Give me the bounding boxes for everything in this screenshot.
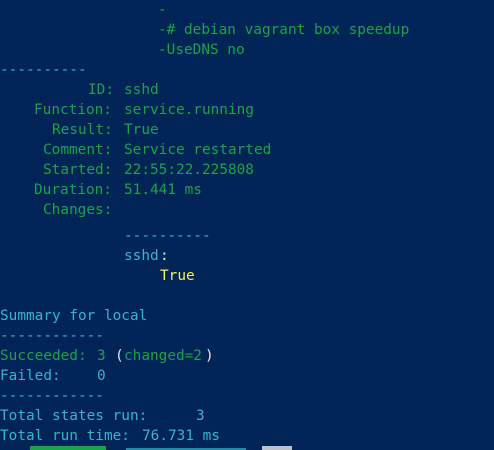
changed-open-paren: ( (115, 348, 124, 364)
terminal-window[interactable]: - -# debian vagrant box speedup -UseDNS … (0, 0, 494, 450)
failed-label: Failed: (0, 368, 61, 384)
separator-top: ---------- (0, 62, 87, 78)
started-label: Started: (43, 162, 113, 178)
diff-usedns-line: -UseDNS no (158, 42, 245, 58)
succeeded-value: 3 (97, 348, 106, 364)
changes-value: True (160, 268, 195, 284)
total-states-label: Total states run: (0, 408, 148, 424)
changes-label: Changes: (43, 202, 113, 218)
duration-value: 51.441 ms (124, 182, 202, 198)
id-label: ID: (88, 82, 114, 98)
comment-value: Service restarted (124, 142, 272, 158)
summary-separator-1: ------------ (0, 328, 104, 344)
diff-comment-line: -# debian vagrant box speedup (158, 22, 410, 38)
failed-value: 0 (97, 368, 106, 384)
function-label: Function: (34, 102, 112, 118)
id-value: sshd (124, 82, 159, 98)
succeeded-label: Succeeded: (0, 348, 87, 364)
summary-separator-2: ------------ (0, 388, 104, 404)
changed-count: changed=2 (124, 348, 202, 364)
result-value: True (124, 122, 159, 138)
function-value: service.running (124, 102, 254, 118)
prompt-line-cutoff (0, 440, 292, 450)
summary-title: Summary for local (0, 308, 148, 324)
changes-key: sshd (124, 248, 159, 264)
changes-separator: ---------- (124, 228, 211, 244)
changes-colon: : (160, 248, 169, 264)
comment-label: Comment: (43, 142, 113, 158)
started-value: 22:55:22.225808 (124, 162, 254, 178)
changed-close-paren: ) (205, 348, 214, 364)
duration-label: Duration: (34, 182, 112, 198)
result-label: Result: (52, 122, 113, 138)
total-time-value: 76.731 ms (142, 428, 220, 444)
total-states-value: 3 (196, 408, 205, 424)
diff-minus-line: - (158, 2, 167, 18)
